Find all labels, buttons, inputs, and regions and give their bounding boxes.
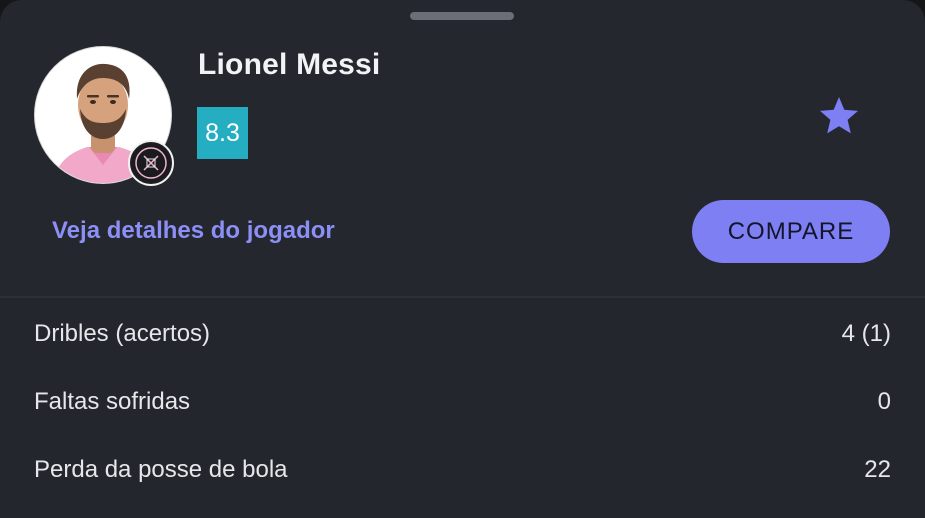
stat-row: Faltas sofridas 0 [34,382,891,422]
stat-label: Faltas sofridas [34,388,191,415]
stat-value: 0 [877,388,891,415]
club-crest-icon [128,140,174,186]
rating-badge: 8.3 [197,107,248,159]
star-icon[interactable] [817,95,861,137]
compare-button[interactable]: COMPARE [692,200,890,263]
player-avatar-group[interactable] [34,46,174,186]
stat-value: 4 (1) [841,320,891,347]
stats-list: Dribles (acertos) 4 (1) Faltas sofridas … [0,298,925,518]
player-details-link[interactable]: Veja detalhes do jogador [52,217,335,245]
player-sheet: Lionel Messi 8.3 Veja detalhes do jogado… [0,0,925,518]
drag-handle[interactable] [410,12,514,20]
stat-label: Perda da posse de bola [34,456,288,483]
player-name: Lionel Messi [198,48,381,81]
stat-row: Dribles (acertos) 4 (1) [34,314,891,354]
stat-value: 22 [864,456,891,483]
stat-label: Dribles (acertos) [34,320,211,347]
stat-row: Perda da posse de bola 22 [34,450,891,490]
